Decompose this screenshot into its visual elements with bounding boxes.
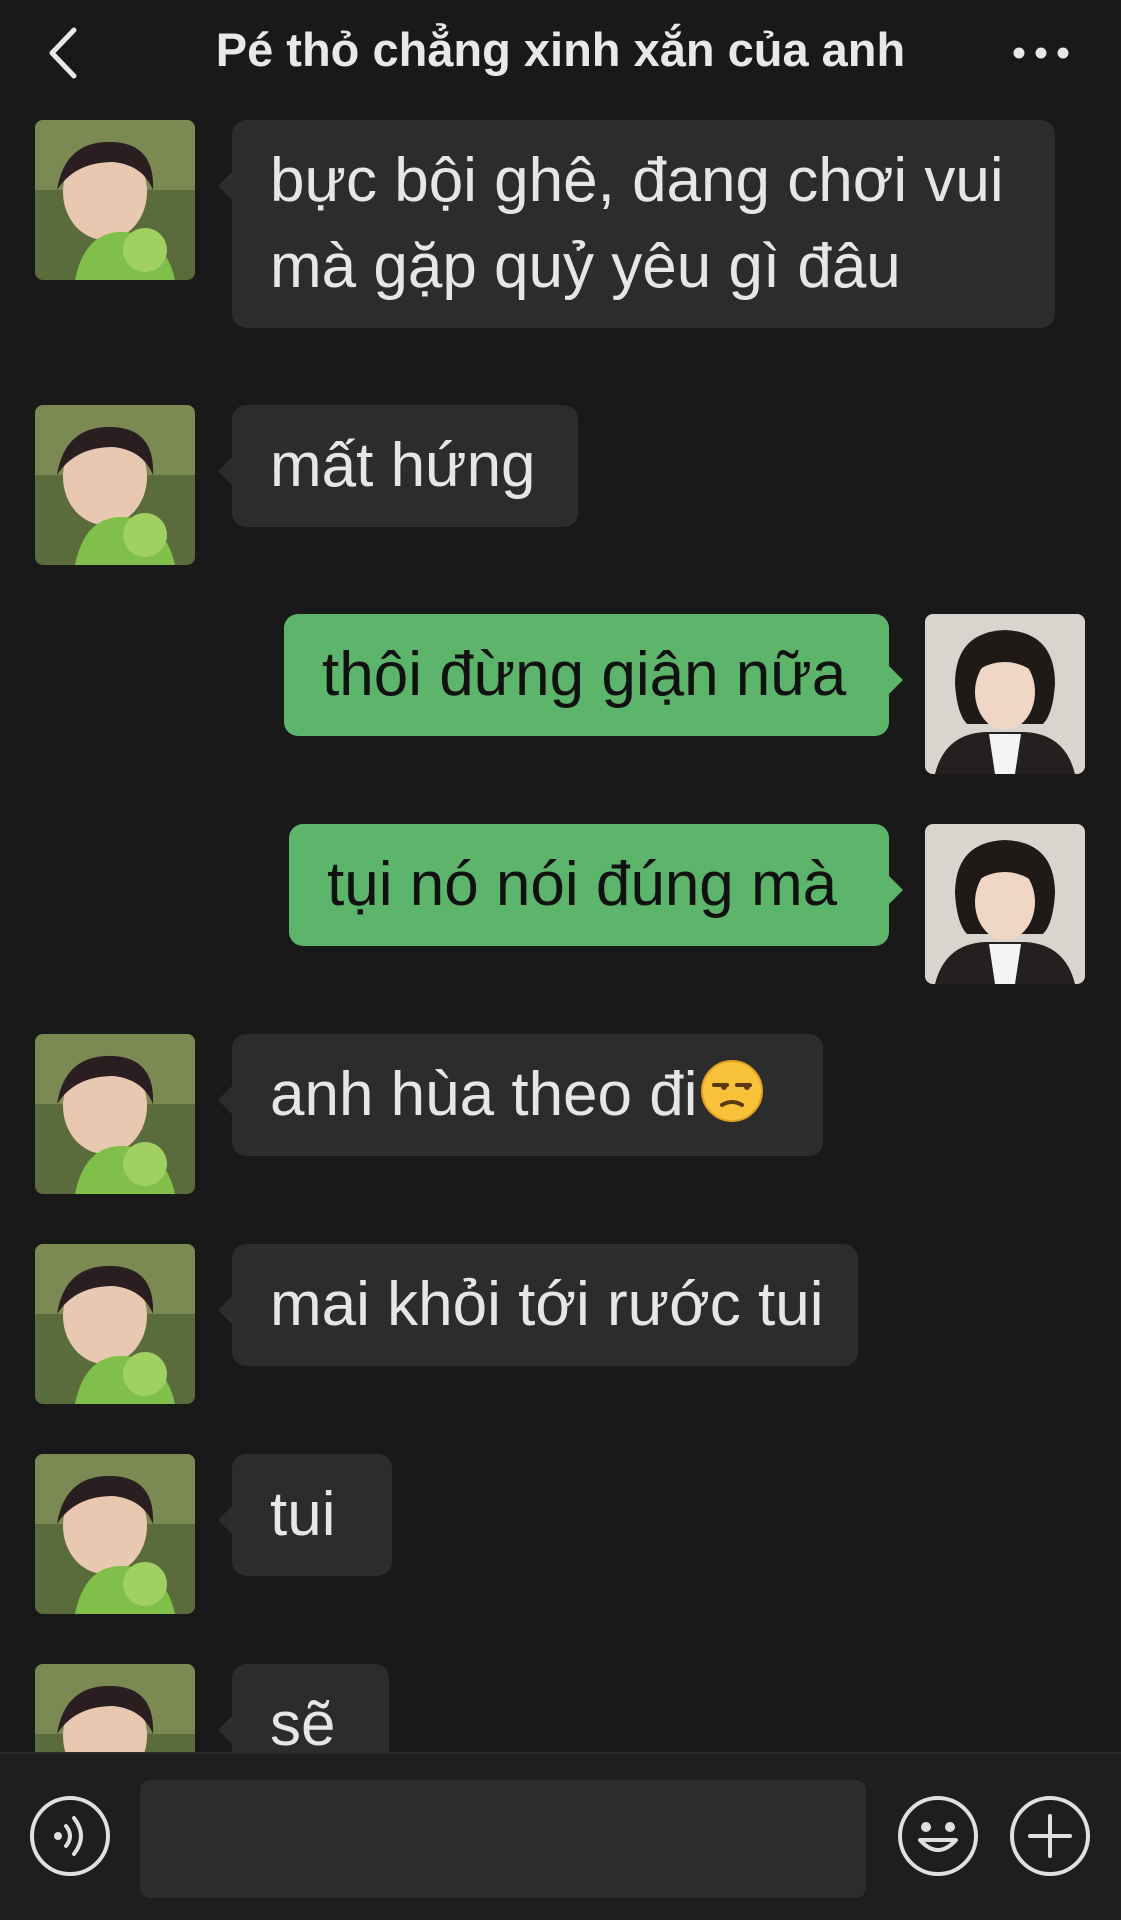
more-dots-icon [1013, 47, 1069, 59]
user-avatar-photo [925, 614, 1085, 774]
message-text: anh hùa theo đi [270, 1060, 698, 1129]
message-text: sẽ [270, 1690, 336, 1752]
message-text: tui [270, 1480, 336, 1549]
plus-icon [1010, 1796, 1090, 1876]
user-avatar[interactable] [925, 824, 1085, 984]
emoji-icon [898, 1796, 978, 1876]
message-text-line: mà gặp quỷ yêu gì đâu [270, 232, 901, 301]
incoming-message-bubble[interactable]: tui [218, 1454, 392, 1576]
message-text-line: bực bội ghê, đang chơi vui [270, 146, 1004, 215]
contact-avatar[interactable] [35, 1664, 195, 1752]
contact-avatar-photo [35, 1664, 195, 1752]
outgoing-message-bubble[interactable]: tụi nó nói đúng mà [289, 824, 903, 946]
user-avatar[interactable] [925, 614, 1085, 774]
emoji-button[interactable] [896, 1794, 980, 1878]
contact-avatar-photo [35, 1034, 195, 1194]
message-input-bar [0, 1752, 1121, 1920]
message-text: mất hứng [270, 431, 536, 500]
contact-avatar-photo [35, 405, 195, 565]
outgoing-message-bubble[interactable]: thôi đừng giận nữa [284, 614, 903, 736]
chevron-left-icon [49, 27, 77, 79]
contact-avatar[interactable] [35, 1244, 195, 1404]
top-nav-bar: Pé thỏ chẳng xinh xắn của anh [0, 0, 1121, 108]
incoming-message-bubble[interactable]: anh hùa theo đi [218, 1034, 823, 1156]
contact-avatar-photo [35, 1244, 195, 1404]
contact-avatar[interactable] [35, 120, 195, 280]
contact-avatar-photo [35, 120, 195, 280]
message-text: mai khỏi tới rước tui [270, 1270, 824, 1339]
incoming-message-bubble[interactable]: bực bội ghê, đang chơi vui mà gặp quỷ yê… [218, 120, 1055, 328]
chat-title: Pé thỏ chẳng xinh xắn của anh [215, 23, 906, 76]
incoming-message-bubble[interactable]: sẽ [218, 1664, 389, 1752]
contact-avatar-photo [35, 1454, 195, 1614]
unamused-face-emoji-icon [700, 1059, 764, 1123]
voice-button[interactable] [28, 1794, 112, 1878]
contact-avatar[interactable] [35, 1454, 195, 1614]
contact-avatar[interactable] [35, 1034, 195, 1194]
more-actions-button[interactable] [1008, 1794, 1092, 1878]
incoming-message-bubble[interactable]: mất hứng [218, 405, 578, 527]
voice-icon [30, 1796, 110, 1876]
incoming-message-bubble[interactable]: mai khỏi tới rước tui [218, 1244, 858, 1366]
more-button[interactable] [1001, 30, 1081, 76]
chat-message-list[interactable]: bực bội ghê, đang chơi vui mà gặp quỷ yê… [0, 108, 1121, 1752]
contact-avatar[interactable] [35, 405, 195, 565]
message-text-input[interactable] [140, 1780, 866, 1898]
back-button[interactable] [30, 18, 100, 88]
message-text: thôi đừng giận nữa [322, 640, 847, 709]
user-avatar-photo [925, 824, 1085, 984]
message-text: tụi nó nói đúng mà [327, 850, 838, 919]
